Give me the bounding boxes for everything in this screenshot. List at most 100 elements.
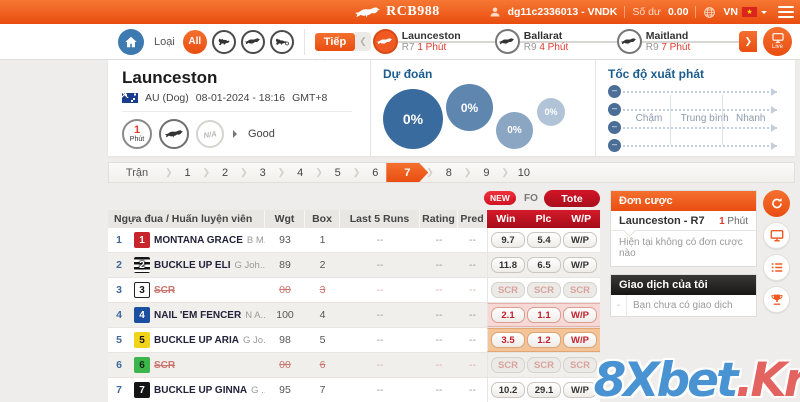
runner-rating: --	[420, 378, 458, 402]
odds-column-header: Plc	[525, 210, 563, 228]
place-odds-button[interactable]: 6.5	[527, 257, 561, 273]
odds-column-header: Win	[487, 210, 525, 228]
win-odds-button[interactable]: 10.2	[491, 382, 525, 398]
runner-weight: 95	[265, 378, 305, 402]
place-odds-button[interactable]: 29.1	[527, 382, 561, 398]
place-odds-button[interactable]: 1.1	[527, 307, 561, 323]
tote-button[interactable]: Tote	[544, 190, 600, 207]
table-row: 44NAIL 'EM FENCERN A...1004------2.11.1W…	[108, 303, 600, 328]
leaderboard-button[interactable]	[763, 286, 790, 313]
tab-race-8[interactable]: 8	[434, 163, 464, 182]
race-tabs: Trận ❯1❯2❯3❯4❯5❯67❯8❯9❯10	[108, 162, 795, 183]
win-odds-button[interactable]: 3.5	[491, 332, 525, 348]
home-button[interactable]	[118, 29, 144, 55]
win-odds-button[interactable]: 11.8	[491, 257, 525, 273]
win-odds-button[interactable]: 2.1	[491, 307, 525, 323]
win-place-button: SCR	[563, 357, 597, 373]
live-label: Live	[772, 44, 783, 50]
tab-race-7[interactable]: 7	[386, 163, 428, 182]
track-item-maitland[interactable]: MaitlandR9 7 Phút	[617, 29, 739, 54]
tab-race-1[interactable]: 1	[173, 163, 203, 182]
next-races-button[interactable]: Tiếp	[315, 33, 355, 51]
tab-race-6[interactable]: 6	[360, 163, 390, 182]
divider	[695, 6, 696, 18]
filter-all-button[interactable]: All	[183, 30, 207, 54]
speed-arrow-row: –	[608, 139, 777, 152]
win-place-button[interactable]: W/P	[563, 332, 597, 348]
runner-weight: 00	[265, 353, 305, 377]
countdown-unit: Phút	[130, 136, 144, 143]
place-odds-button[interactable]: 5.4	[527, 232, 561, 248]
scroll-left-button[interactable]: ❮	[355, 32, 371, 51]
place-odds-button[interactable]: 1.2	[527, 332, 561, 348]
tab-race-9[interactable]: 9	[471, 163, 501, 182]
runner-number: 4	[108, 303, 130, 327]
table-row: 66SCR006------SCRSCRSCR	[108, 353, 600, 378]
win-place-button[interactable]: W/P	[563, 257, 597, 273]
speed-dot: –	[608, 85, 621, 98]
monitor-icon	[772, 33, 784, 43]
tab-separator-icon: ❯	[203, 163, 211, 182]
win-place-button[interactable]: W/P	[563, 232, 597, 248]
language-selector[interactable]: VN ★	[723, 6, 767, 18]
speed-dot: –	[608, 121, 621, 134]
runner-name: NAIL 'EM FENCER	[154, 310, 241, 321]
tab-race-5[interactable]: 5	[323, 163, 353, 182]
race-tabs-label: Trận	[109, 163, 165, 182]
menu-icon[interactable]	[778, 6, 794, 19]
runner-pred: --	[458, 378, 487, 402]
live-video-button[interactable]	[763, 222, 790, 249]
win-place-button[interactable]: W/P	[563, 307, 597, 323]
track-condition: Good	[248, 128, 275, 140]
filter-greyhound-button[interactable]	[241, 30, 265, 54]
column-header: Pred	[458, 210, 487, 228]
my-trades-panel: Giao dịch của tôi - Bạn chưa có giao dịc…	[610, 274, 757, 317]
prediction-bubble-1: 0%	[383, 89, 443, 149]
track-countdown: 4 Phút	[539, 42, 568, 53]
speed-dot: –	[608, 139, 621, 152]
track-item-albion-park[interactable]: Albion ParkR7 10 Phút	[739, 29, 740, 54]
divider	[722, 95, 723, 145]
track-item-launceston[interactable]: LauncestonR7 1 Phút	[373, 29, 495, 54]
language-code: VN	[723, 6, 738, 18]
balance-value: 0.00	[668, 6, 688, 18]
balance-label: Số dư	[632, 6, 661, 18]
monitor-icon	[770, 229, 784, 242]
race-timezone: GMT+8	[292, 92, 327, 104]
win-odds-button[interactable]: 9.7	[491, 232, 525, 248]
scroll-right-button[interactable]: ❯	[739, 31, 757, 52]
runner-box: 4	[305, 303, 340, 327]
tab-separator-icon: ❯	[464, 163, 472, 182]
globe-icon	[703, 6, 716, 19]
tab-race-4[interactable]: 4	[285, 163, 315, 182]
tab-race-2[interactable]: 2	[210, 163, 240, 182]
win-place-button[interactable]: W/P	[563, 382, 597, 398]
saddlecloth-icon: 5	[134, 332, 150, 348]
table-body: 11MONTANA GRACEB M...931------9.75.4W/P2…	[108, 228, 600, 402]
runner-number: 5	[108, 328, 130, 352]
list-icon	[770, 261, 784, 274]
prediction-bubbles: 0%0%0%0%	[383, 84, 587, 149]
race-info-strip: Launceston AU (Dog) 08-01-2024 - 18:16 G…	[108, 60, 795, 156]
runner-box: 6	[305, 353, 340, 377]
runner-pred: --	[458, 353, 487, 377]
results-list-button[interactable]	[763, 254, 790, 281]
runner-weight: 89	[265, 253, 305, 277]
live-button[interactable]: Live	[763, 27, 792, 56]
runner-box: 1	[305, 228, 340, 252]
win-place-button: SCR	[563, 282, 597, 298]
divider	[670, 95, 671, 145]
runner-name: BUCKLE UP ARIA	[154, 335, 239, 346]
horse-icon	[216, 37, 232, 46]
tab-race-3[interactable]: 3	[248, 163, 278, 182]
fo-mode-toggle[interactable]: FO	[524, 193, 538, 204]
runner-rating: --	[420, 228, 458, 252]
refresh-button[interactable]	[763, 190, 790, 217]
track-item-ballarat[interactable]: BallaratR9 4 Phút	[495, 29, 617, 54]
filter-harness-button[interactable]	[270, 30, 294, 54]
runner-pred: --	[458, 303, 487, 327]
filter-horse-button[interactable]	[212, 30, 236, 54]
prediction-title: Dự đoán	[383, 67, 587, 81]
tab-race-10[interactable]: 10	[509, 163, 539, 182]
australia-flag-icon	[122, 93, 138, 103]
